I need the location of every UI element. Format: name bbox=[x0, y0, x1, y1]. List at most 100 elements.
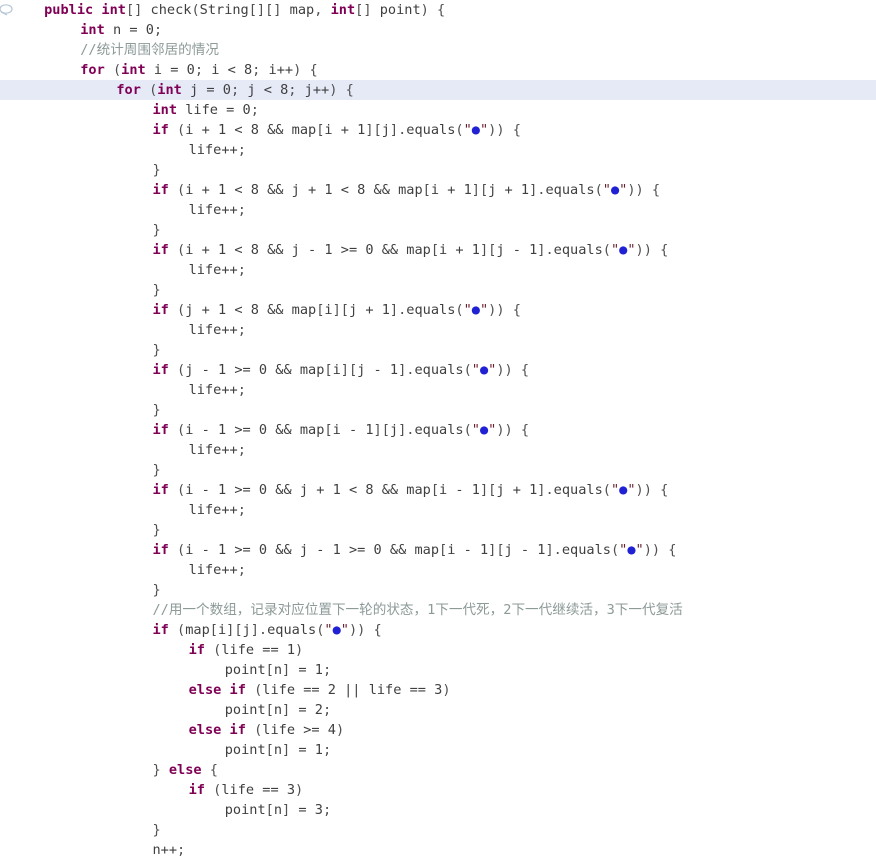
code-line[interactable]: for (int j = 0; j < 8; j++) { bbox=[0, 80, 876, 100]
token-str: " bbox=[627, 482, 636, 498]
code-line[interactable]: } bbox=[0, 160, 876, 180]
token-punc: ][ bbox=[488, 542, 505, 558]
code-line[interactable]: point[n] = 1; bbox=[0, 740, 876, 760]
token-punc: ]. bbox=[545, 542, 562, 558]
code-line[interactable]: point[n] = 2; bbox=[0, 700, 876, 720]
code-line[interactable]: life++; bbox=[0, 260, 876, 280]
code-line-text: else if (life >= 4) bbox=[181, 720, 345, 740]
token-id: n bbox=[273, 702, 283, 718]
token-id: j bbox=[291, 182, 309, 198]
code-line-text: //用一个数组，记录对应位置下一轮的状态，1下一代死，2下一代继续活，3下一代复… bbox=[144, 600, 682, 620]
code-line[interactable]: } bbox=[0, 280, 876, 300]
code-line[interactable]: if (i - 1 >= 0 && j + 1 < 8 && map[i - 1… bbox=[0, 480, 876, 500]
code-line[interactable]: } bbox=[0, 400, 876, 420]
token-id: map bbox=[414, 542, 440, 558]
token-op: = bbox=[129, 22, 146, 38]
token-id: n bbox=[273, 802, 283, 818]
token-id: life bbox=[188, 502, 222, 518]
code-line[interactable]: if (j - 1 >= 0 && map[i][j - 1].equals("… bbox=[0, 360, 876, 380]
token-op: + bbox=[201, 182, 218, 198]
code-line[interactable]: point[n] = 3; bbox=[0, 800, 876, 820]
code-line[interactable]: else if (life >= 4) bbox=[0, 720, 876, 740]
token-op: < bbox=[234, 242, 251, 258]
token-id: j bbox=[389, 422, 399, 438]
code-line[interactable]: life++; bbox=[0, 200, 876, 220]
token-punc: } bbox=[152, 582, 161, 598]
token-str: " bbox=[602, 182, 611, 198]
code-line[interactable]: } bbox=[0, 580, 876, 600]
token-num: 8 bbox=[365, 482, 382, 498]
code-line[interactable]: if (i - 1 >= 0 && j - 1 >= 0 && map[i - … bbox=[0, 540, 876, 560]
code-line[interactable]: if (life == 1) bbox=[0, 640, 876, 660]
token-punc: ; bbox=[322, 742, 332, 758]
token-num: 1 bbox=[365, 422, 374, 438]
token-op: >= bbox=[234, 482, 259, 498]
token-num: 8 bbox=[250, 242, 268, 258]
token-num: 1 bbox=[217, 362, 235, 378]
code-line-text: if (i - 1 >= 0 && j + 1 < 8 && map[i - 1… bbox=[144, 480, 668, 500]
code-line[interactable]: for (int i = 0; i < 8; i++) { bbox=[0, 60, 876, 80]
code-line-text: if (j + 1 < 8 && map[i][j + 1].equals("●… bbox=[144, 300, 520, 320]
token-id: map bbox=[299, 362, 325, 378]
token-num: 4 bbox=[327, 722, 336, 738]
code-line-text: int n = 0; bbox=[72, 20, 162, 40]
code-line[interactable]: if (i + 1 < 8 && map[i + 1][j].equals("●… bbox=[0, 120, 876, 140]
code-line[interactable]: //统计周围邻居的情况 bbox=[0, 40, 876, 60]
code-line[interactable]: if (i + 1 < 8 && j + 1 < 8 && map[i + 1]… bbox=[0, 180, 876, 200]
code-line[interactable]: int n = 0; bbox=[0, 20, 876, 40]
token-punc: ) bbox=[295, 642, 304, 658]
token-punc: ( bbox=[245, 682, 263, 698]
token-op: + bbox=[455, 242, 472, 258]
token-punc: ( bbox=[204, 642, 222, 658]
token-id: life bbox=[188, 442, 222, 458]
code-editor-view[interactable]: public int[] check(String[][] map, int[]… bbox=[0, 0, 876, 860]
code-line[interactable]: } bbox=[0, 220, 876, 240]
code-line[interactable]: life++; bbox=[0, 320, 876, 340]
token-id: j bbox=[242, 622, 251, 638]
token-num: 1 bbox=[471, 242, 480, 258]
code-line-text: if (life == 3) bbox=[181, 780, 304, 800]
token-punc: [ bbox=[324, 362, 333, 378]
token-num: 3 bbox=[314, 802, 323, 818]
code-line[interactable]: life++; bbox=[0, 380, 876, 400]
token-id: map bbox=[398, 182, 423, 198]
code-line[interactable]: life++; bbox=[0, 500, 876, 520]
code-line[interactable]: } bbox=[0, 460, 876, 480]
code-line[interactable]: if (j + 1 < 8 && map[i][j + 1].equals("●… bbox=[0, 300, 876, 320]
code-line[interactable]: if (map[i][j].equals("●")) { bbox=[0, 620, 876, 640]
code-line[interactable]: life++; bbox=[0, 440, 876, 460]
code-line[interactable]: int life = 0; bbox=[0, 100, 876, 120]
code-line-text: } bbox=[144, 400, 160, 420]
token-punc: ( bbox=[104, 62, 122, 78]
code-line[interactable]: //用一个数组，记录对应位置下一轮的状态，1下一代死，2下一代继续活，3下一代复… bbox=[0, 600, 876, 620]
token-punc: ; bbox=[322, 802, 332, 818]
code-line[interactable]: point[n] = 1; bbox=[0, 660, 876, 680]
token-str: " bbox=[627, 242, 636, 258]
code-line[interactable]: else if (life == 2 || life == 3) bbox=[0, 680, 876, 700]
code-line[interactable]: life++; bbox=[0, 140, 876, 160]
code-line[interactable]: } bbox=[0, 340, 876, 360]
code-line[interactable]: if (i - 1 >= 0 && map[i - 1][j].equals("… bbox=[0, 420, 876, 440]
token-dot: ● bbox=[479, 422, 489, 438]
token-id: map bbox=[299, 422, 325, 438]
token-num: 0 bbox=[365, 242, 382, 258]
token-op: && bbox=[275, 362, 300, 378]
code-line[interactable]: } bbox=[0, 520, 876, 540]
token-num: 0 bbox=[258, 482, 276, 498]
token-kw: if bbox=[152, 542, 169, 558]
code-line[interactable]: life++; bbox=[0, 560, 876, 580]
token-op: = bbox=[298, 802, 315, 818]
code-line[interactable]: } bbox=[0, 820, 876, 840]
code-line[interactable]: public int[] check(String[][] map, int[]… bbox=[0, 0, 876, 20]
code-line[interactable]: n++; bbox=[0, 840, 876, 860]
code-line-text: if (i - 1 >= 0 && map[i - 1][j].equals("… bbox=[144, 420, 529, 440]
code-content[interactable]: public int[] check(String[][] map, int[]… bbox=[0, 0, 876, 860]
token-punc: [ bbox=[430, 482, 440, 498]
token-op: + bbox=[447, 182, 464, 198]
token-kw: if bbox=[152, 622, 169, 638]
code-line[interactable]: if (i + 1 < 8 && j - 1 >= 0 && map[i + 1… bbox=[0, 240, 876, 260]
token-punc: ( bbox=[168, 122, 186, 138]
token-punc: ( bbox=[204, 782, 222, 798]
code-line[interactable]: } else { bbox=[0, 760, 876, 780]
code-line[interactable]: if (life == 3) bbox=[0, 780, 876, 800]
